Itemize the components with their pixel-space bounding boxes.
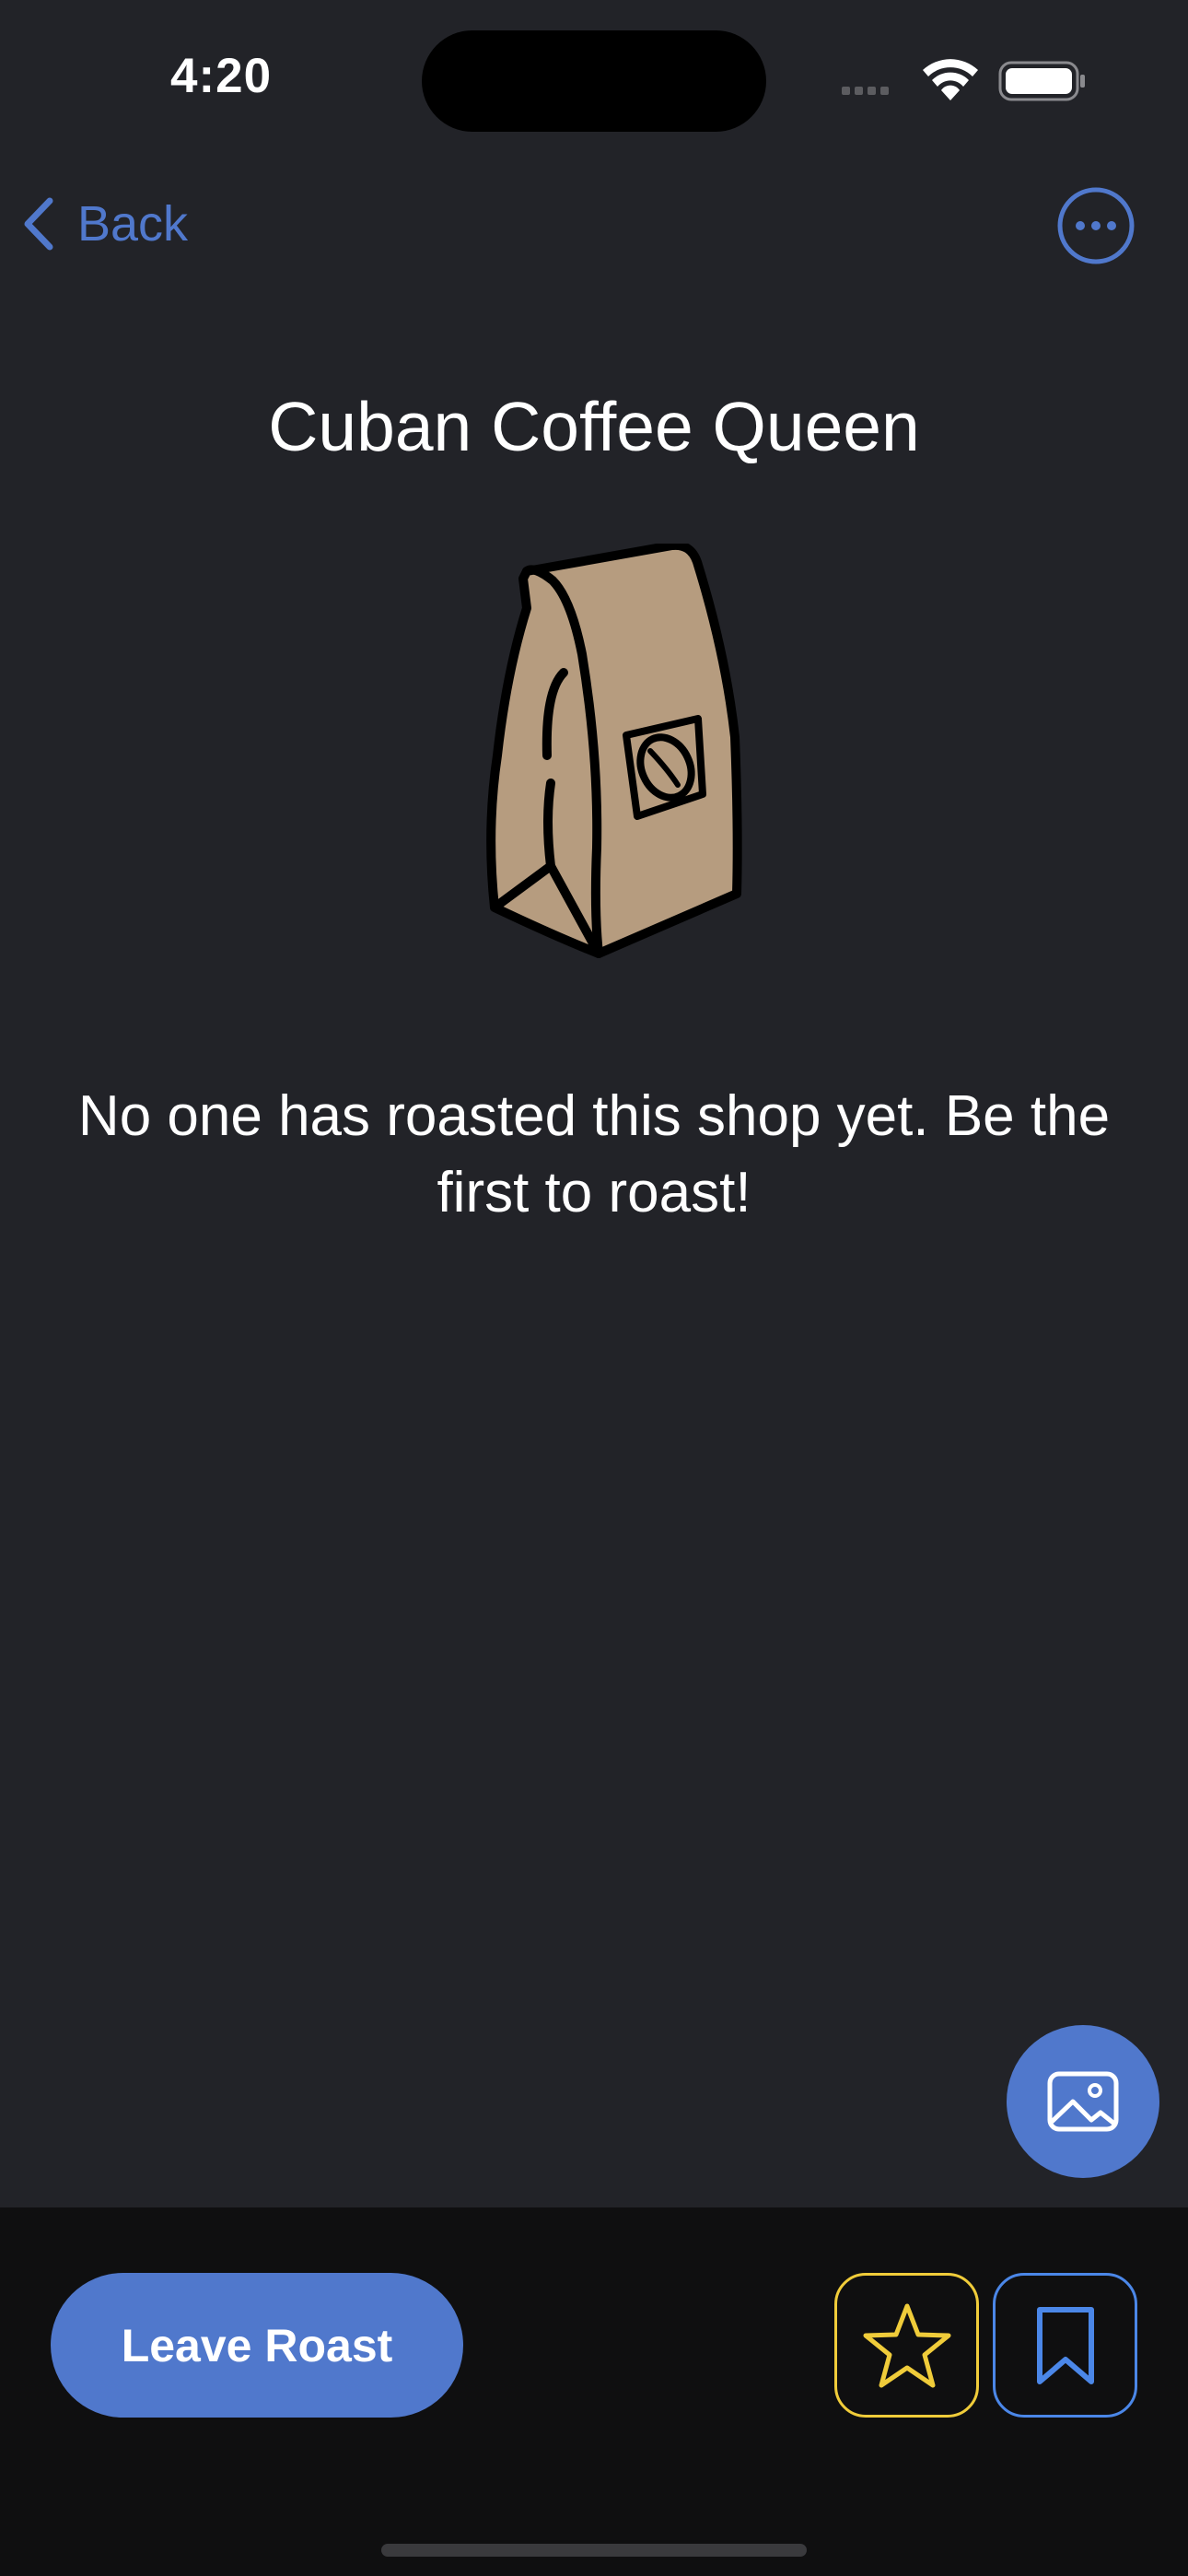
leave-roast-button[interactable]: Leave Roast: [51, 2273, 463, 2418]
chevron-left-icon: [24, 197, 53, 251]
status-icons: [842, 59, 1085, 101]
ellipsis-circle-icon: [1057, 187, 1135, 264]
shop-title: Cuban Coffee Queen: [268, 388, 920, 465]
favorite-button[interactable]: [834, 2273, 979, 2418]
coffee-bag-icon: [486, 544, 742, 958]
status-time: 4:20: [170, 49, 273, 103]
add-photo-button[interactable]: [1007, 2025, 1159, 2178]
more-options-button[interactable]: [1057, 187, 1135, 264]
home-indicator: [381, 2544, 807, 2557]
star-icon: [863, 2303, 950, 2387]
back-button[interactable]: Back: [20, 189, 188, 259]
battery-icon: [998, 61, 1085, 101]
cellular-signal-icon: [842, 87, 889, 95]
bookmark-button[interactable]: [993, 2273, 1137, 2418]
empty-state-message: No one has roasted this shop yet. Be the…: [77, 1084, 1111, 1224]
wifi-icon: [923, 59, 978, 100]
bookmark-icon: [1036, 2306, 1094, 2384]
dynamic-island: [422, 30, 766, 132]
photo-icon: [1047, 2071, 1119, 2132]
back-label: Back: [77, 196, 189, 252]
